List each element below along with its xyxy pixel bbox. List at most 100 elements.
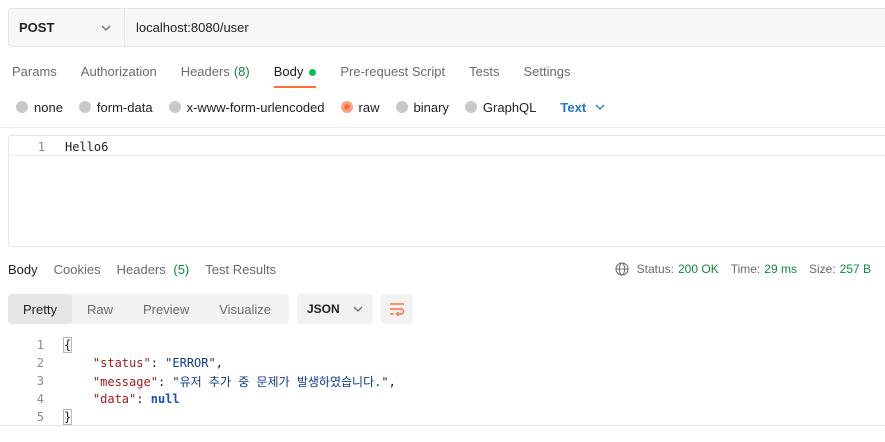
- body-type-binary[interactable]: binary: [395, 100, 449, 115]
- divider: [0, 425, 885, 426]
- headers-count: (5): [173, 262, 190, 277]
- json-open-brace: {: [62, 337, 73, 353]
- wrap-lines-button[interactable]: [381, 294, 413, 324]
- radio-label: x-www-form-urlencoded: [186, 99, 325, 115]
- tab-body[interactable]: Body: [262, 58, 329, 88]
- line-number: 4: [36, 392, 44, 406]
- tab-label: Body: [273, 64, 304, 79]
- response-format-dropdown[interactable]: JSON: [297, 294, 373, 324]
- status-value: 200 OK: [678, 262, 719, 276]
- url-input[interactable]: localhost:8080/user: [125, 9, 249, 46]
- response-tab-cookies[interactable]: Cookies: [46, 258, 109, 282]
- tab-headers[interactable]: Headers (8): [169, 58, 262, 88]
- request-tabs: Params Authorization Headers (8) Body Pre…: [0, 58, 582, 88]
- body-indicator-dot: [309, 69, 317, 76]
- code-line: 4 "data": null: [0, 390, 885, 408]
- response-tab-test-results[interactable]: Test Results: [197, 258, 284, 282]
- wrap-lines-icon: [390, 303, 405, 316]
- editor-line: 1 Hello6: [9, 138, 885, 156]
- view-preview-button[interactable]: Preview: [128, 294, 204, 324]
- tab-label: Body: [8, 262, 38, 277]
- size-label: Size:: [808, 262, 836, 276]
- response-tab-body[interactable]: Body: [0, 258, 46, 282]
- response-format-label: JSON: [307, 302, 340, 316]
- view-visualize-button[interactable]: Visualize: [204, 294, 286, 324]
- radio-icon: [395, 101, 408, 113]
- code-text: "status": "ERROR",: [92, 356, 223, 370]
- body-type-selector: none form-data x-www-form-urlencoded raw…: [16, 96, 606, 118]
- radio-icon: [78, 101, 91, 113]
- response-view-mode: Pretty Raw Preview Visualize: [8, 294, 289, 324]
- code-text: "data": null: [92, 392, 180, 406]
- tab-label: Headers: [116, 262, 166, 277]
- chevron-down-icon: [353, 306, 363, 312]
- json-key: "message": [92, 374, 158, 389]
- tab-pre-request-script[interactable]: Pre-request Script: [328, 58, 457, 88]
- response-body-viewer[interactable]: 1 { 2 "status": "ERROR", 3 "message": "유…: [0, 336, 885, 436]
- text-cursor: [71, 410, 73, 425]
- method-label: POST: [19, 20, 55, 35]
- body-type-raw[interactable]: raw: [340, 99, 380, 115]
- time-group: Time: 29 ms: [731, 262, 797, 276]
- line-number: 3: [36, 374, 44, 388]
- chevron-down-icon: [595, 104, 605, 110]
- response-tab-headers[interactable]: Headers (5): [109, 258, 198, 282]
- radio-label: raw: [358, 99, 380, 115]
- tab-label: Settings: [523, 64, 571, 79]
- radio-label: GraphQL: [482, 99, 537, 115]
- tab-label: Pre-request Script: [340, 64, 446, 79]
- method-select[interactable]: POST: [9, 9, 125, 46]
- radio-checked-icon: [340, 101, 353, 113]
- tab-tests[interactable]: Tests: [457, 58, 511, 88]
- body-type-none[interactable]: none: [16, 100, 63, 115]
- radio-label: form-data: [96, 99, 153, 115]
- tab-label: Tests: [469, 64, 500, 79]
- status-group: Status: 200 OK: [637, 262, 719, 276]
- json-string-value: "ERROR": [165, 356, 216, 370]
- raw-format-dropdown[interactable]: Text: [560, 100, 606, 115]
- tab-params[interactable]: Params: [0, 58, 69, 88]
- radio-icon: [168, 101, 181, 113]
- json-null-value: null: [150, 392, 180, 406]
- body-type-form-data[interactable]: form-data: [78, 99, 153, 115]
- response-tabs: Body Cookies Headers (5) Test Results: [0, 258, 284, 282]
- line-number: 1: [37, 139, 45, 154]
- tab-label: Headers: [180, 64, 230, 79]
- radio-icon: [464, 101, 477, 113]
- code-line: 5 }: [0, 408, 885, 426]
- code-text: {: [62, 337, 73, 353]
- json-string-value: "유저 추가 중 문제가 발생하였습니다.": [172, 374, 389, 389]
- body-type-urlencoded[interactable]: x-www-form-urlencoded: [168, 99, 325, 115]
- radio-icon: [16, 101, 28, 113]
- request-url-bar: POST localhost:8080/user: [8, 8, 885, 47]
- size-group: Size: 257 B: [809, 262, 871, 276]
- tab-label: Cookies: [53, 262, 101, 277]
- view-pretty-button[interactable]: Pretty: [8, 294, 72, 324]
- tab-label: Authorization: [80, 64, 157, 79]
- json-key: "status": [92, 356, 151, 370]
- body-type-graphql[interactable]: GraphQL: [464, 99, 537, 115]
- view-raw-button[interactable]: Raw: [72, 294, 128, 324]
- divider: [0, 127, 885, 128]
- size-value: 257 B: [839, 262, 871, 276]
- radio-label: none: [34, 99, 63, 115]
- line-number: 2: [36, 356, 44, 370]
- json-close-brace: }: [62, 408, 73, 425]
- headers-count: (8): [233, 64, 250, 79]
- tab-settings[interactable]: Settings: [511, 58, 582, 88]
- line-number: 1: [36, 338, 44, 352]
- response-status-bar: Status: 200 OK Time: 29 ms Size: 257 B: [615, 262, 871, 276]
- status-label: Status:: [636, 262, 674, 276]
- code-line: 3 "message": "유저 추가 중 문제가 발생하였습니다.",: [0, 372, 885, 390]
- request-body-editor[interactable]: 1 Hello6: [8, 135, 885, 247]
- code-text: }: [62, 408, 73, 425]
- request-body-text: Hello6: [65, 139, 109, 154]
- json-key: "data": [92, 392, 137, 406]
- tab-label: Params: [12, 64, 57, 79]
- code-line: 2 "status": "ERROR",: [0, 354, 885, 372]
- tab-authorization[interactable]: Authorization: [69, 58, 169, 88]
- time-label: Time:: [730, 262, 761, 276]
- globe-icon[interactable]: [615, 262, 629, 276]
- line-number: 5: [36, 410, 44, 424]
- chevron-down-icon: [101, 25, 111, 31]
